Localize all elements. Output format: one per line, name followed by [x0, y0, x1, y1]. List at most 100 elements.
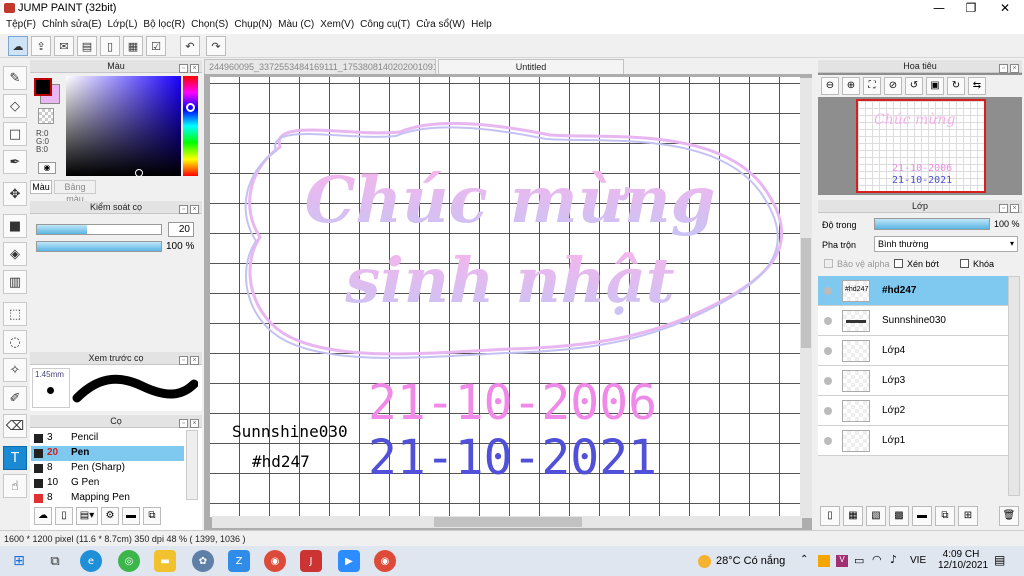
tray-app-icon[interactable] — [818, 555, 830, 567]
edge-icon[interactable]: e — [80, 550, 102, 572]
color-picker-square[interactable] — [66, 76, 181, 176]
brush-tool-icon[interactable]: ✎ — [3, 66, 27, 90]
fit-icon[interactable]: ⛶ — [863, 77, 881, 95]
layers-scrollbar[interactable] — [1008, 276, 1020, 496]
select-pen-icon[interactable]: ✐ — [3, 386, 27, 410]
layer-visibility-icon[interactable] — [824, 347, 832, 355]
layer-visibility-icon[interactable] — [824, 287, 832, 295]
layer-row[interactable]: Lớp3 — [818, 366, 1008, 396]
new-brush-icon[interactable]: ▯ — [55, 507, 73, 525]
menu-color[interactable]: Màu (C) — [278, 17, 320, 34]
duplicate-layer-icon[interactable]: ⧉ — [935, 506, 955, 526]
layer-row[interactable]: Sunnshine030 — [818, 306, 1008, 336]
panel-close-icon[interactable]: × — [190, 419, 199, 428]
tray-battery-icon[interactable]: ▭ — [854, 554, 864, 567]
fg-color-swatch[interactable] — [34, 78, 52, 96]
wifi-icon[interactable]: ◠ — [872, 553, 882, 566]
menu-file[interactable]: Tệp(F) — [6, 17, 42, 34]
menu-window[interactable]: Cửa sổ(W) — [416, 17, 471, 34]
file-explorer-icon[interactable]: ▬ — [154, 550, 176, 572]
color-picker-cursor[interactable] — [135, 169, 143, 177]
brush-size-input[interactable]: 20 — [168, 222, 194, 237]
panel-close-icon[interactable]: × — [190, 64, 199, 73]
menu-edit[interactable]: Chỉnh sửa(E) — [42, 17, 108, 34]
menu-select[interactable]: Chọn(S) — [191, 17, 234, 34]
vertical-scroll-thumb[interactable] — [801, 238, 811, 348]
navigator-thumbnail[interactable]: Chúc mừng 21-10-2006 21-10-2021 — [856, 99, 986, 193]
layer-visibility-icon[interactable] — [824, 317, 832, 325]
magic-wand-icon[interactable]: ✧ — [3, 358, 27, 382]
panel-close-icon[interactable]: × — [1010, 204, 1019, 213]
jump-paint-icon[interactable]: J — [300, 550, 322, 572]
weather-text[interactable]: 28°C Có nắng — [716, 555, 785, 567]
tray-v-icon[interactable]: V — [836, 555, 848, 567]
fill-rect-tool-icon[interactable]: ■ — [3, 214, 27, 238]
panel-float-icon[interactable]: ▫ — [179, 64, 188, 73]
menu-layer[interactable]: Lớp(L) — [108, 17, 144, 34]
brush-list-scrollbar[interactable] — [186, 430, 198, 500]
trash-icon[interactable]: 🗑 — [999, 506, 1019, 526]
language-indicator[interactable]: VIE — [910, 555, 926, 566]
layer-row[interactable]: #hd247 #hd247 — [818, 276, 1008, 306]
gradient-tool-icon[interactable]: ▥ — [3, 270, 27, 294]
share-icon[interactable]: ⇪ — [31, 36, 51, 56]
layer-row[interactable]: Lớp2 — [818, 396, 1008, 426]
volume-icon[interactable]: ♪ — [890, 553, 897, 566]
transparent-swatch[interactable] — [38, 108, 54, 124]
brush-item[interactable]: 10 G Pen — [31, 476, 184, 491]
hand-tool-icon[interactable]: ☝ — [3, 474, 27, 498]
panel-float-icon[interactable]: ▫ — [179, 205, 188, 214]
menu-capture[interactable]: Chụp(N) — [234, 17, 278, 34]
brush-item[interactable]: 8 Pen (Sharp) — [31, 461, 184, 476]
select-eraser-icon[interactable]: ⌫ — [3, 414, 27, 438]
zoom-out-icon[interactable]: ⊖ — [821, 77, 839, 95]
eye-icon[interactable]: ◉ — [38, 162, 56, 174]
brush-menu-icon[interactable]: ▤▾ — [76, 507, 98, 525]
menu-view[interactable]: Xem(V) — [320, 17, 360, 34]
brush-item[interactable]: 8 Mapping Pen — [31, 491, 184, 506]
blend-mode-select[interactable]: Bình thường ▾ — [874, 236, 1018, 252]
tray-up-icon[interactable]: ⌃ — [800, 554, 808, 565]
horizontal-scrollbar[interactable] — [212, 516, 802, 528]
panel-close-icon[interactable]: × — [190, 205, 199, 214]
layer-folder-icon[interactable]: ▬ — [912, 506, 932, 526]
canvas[interactable]: Chúc mừng sinh nhật 21-10-2006 21-10-202… — [210, 77, 800, 517]
vertical-scrollbar[interactable] — [800, 78, 812, 518]
tab-color[interactable]: Màu — [30, 180, 52, 194]
panel-close-icon[interactable]: × — [190, 356, 199, 365]
panel-close-icon[interactable]: × — [1010, 64, 1019, 73]
photos-icon[interactable]: ✿ — [192, 550, 214, 572]
new-layer-icon[interactable]: ▯ — [820, 506, 840, 526]
cloud-brush-icon[interactable]: ☁ — [34, 507, 52, 525]
zoom-app-icon[interactable]: ▶ — [338, 550, 360, 572]
folder-icon[interactable]: ▬ — [122, 507, 140, 525]
lock-checkbox[interactable] — [960, 259, 969, 268]
merge-layer-icon[interactable]: ⊞ — [958, 506, 978, 526]
checklist-icon[interactable]: ☑ — [146, 36, 166, 56]
maximize-button[interactable]: ❐ — [956, 0, 986, 17]
menu-tools[interactable]: Công cụ(T) — [360, 17, 416, 34]
bucket-tool-icon[interactable]: ◈ — [3, 242, 27, 266]
hue-slider-handle[interactable] — [186, 103, 195, 112]
horizontal-scroll-thumb[interactable] — [434, 517, 582, 527]
panel-float-icon[interactable]: ▫ — [999, 204, 1008, 213]
chrome-icon[interactable]: ◉ — [264, 550, 286, 572]
page-icon[interactable]: ▯ — [100, 36, 120, 56]
rotate-right-icon[interactable]: ↻ — [947, 77, 965, 95]
clipping-checkbox[interactable] — [894, 259, 903, 268]
copy-brush-icon[interactable]: ⧉ — [143, 507, 161, 525]
rotate-left-icon[interactable]: ↺ — [905, 77, 923, 95]
hue-slider[interactable] — [183, 76, 198, 176]
new-halftone-layer-icon[interactable]: ▦ — [843, 506, 863, 526]
layer-visibility-icon[interactable] — [824, 407, 832, 415]
windows-start-icon[interactable]: ⊞ — [8, 550, 30, 572]
layer-row[interactable]: Lớp4 — [818, 336, 1008, 366]
brush-item[interactable]: 3 Pencil — [31, 431, 184, 446]
tab-untitled[interactable]: Untitled — [438, 59, 624, 74]
cloud-icon[interactable]: ☁ — [8, 36, 28, 56]
protect-alpha-checkbox[interactable] — [824, 259, 833, 268]
pen-tool-icon[interactable]: ✒ — [3, 150, 27, 174]
panel-float-icon[interactable]: ▫ — [179, 419, 188, 428]
notification-icon[interactable]: ▤ — [994, 553, 1005, 567]
minimize-button[interactable]: — — [924, 0, 954, 17]
